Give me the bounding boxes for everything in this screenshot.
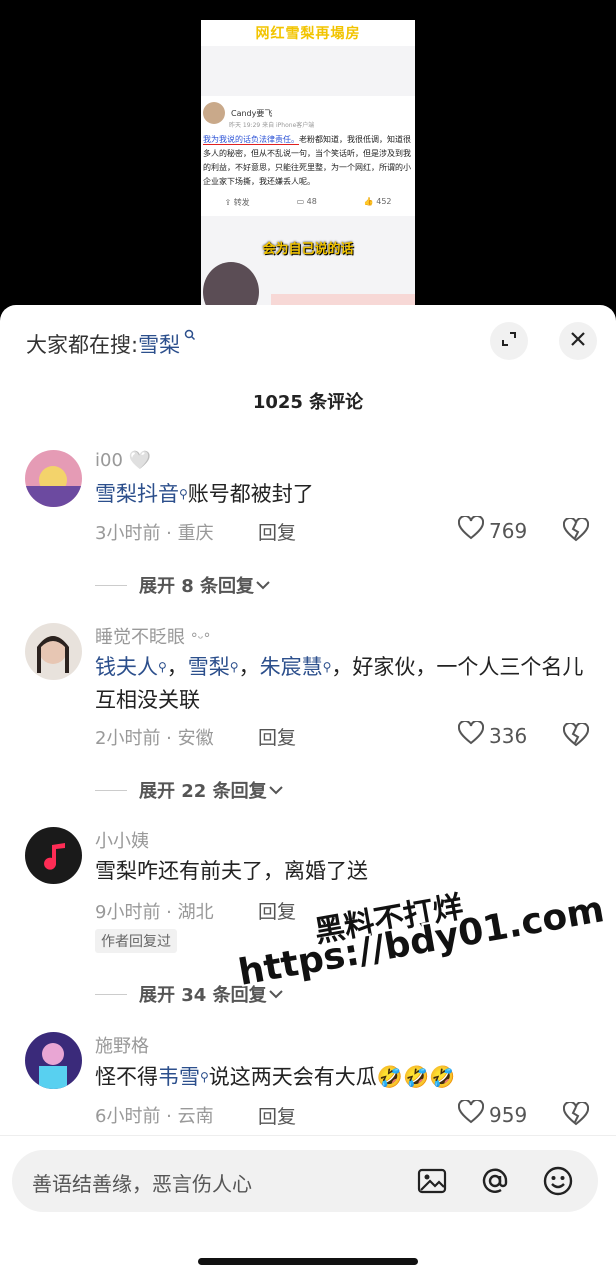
comment-mention[interactable]: 钱夫人 xyxy=(95,655,158,679)
dislike-button[interactable] xyxy=(562,1100,590,1130)
comment-text[interactable]: 雪梨抖音⚲账号都被封了 xyxy=(95,478,585,511)
heart-icon xyxy=(457,514,485,545)
heart-decoration-icon: 🤍 xyxy=(128,450,152,471)
broken-heart-icon xyxy=(562,1100,590,1130)
reply-button[interactable]: 回复 xyxy=(258,897,296,924)
chevron-down-icon xyxy=(254,575,272,596)
chevron-down-icon xyxy=(267,780,285,801)
heart-icon xyxy=(457,719,485,750)
emoji-icon[interactable] xyxy=(541,1164,575,1198)
comment-text[interactable]: 钱夫人⚲，雪梨⚲，朱宸慧⚲，好家伙，一个人三个名儿互相没关联 xyxy=(95,651,585,717)
reply-button[interactable]: 回复 xyxy=(258,1102,296,1129)
video-preview[interactable]: 网红雪梨再塌房 Candy要飞 昨天 19:29 来自 iPhone客户端 我为… xyxy=(201,20,415,320)
search-hint-icon: ⚲ xyxy=(158,660,167,674)
avatar[interactable] xyxy=(25,623,82,680)
comment-meta: 3小时前 · 重庆 xyxy=(95,523,214,544)
like-button[interactable]: 769 xyxy=(457,514,528,545)
post-body: 我为我说的话负法律责任。老粉都知道，我很低调，知道很多人的秘密，但从不乱说一句，… xyxy=(201,129,415,189)
comment-meta: 9小时前 · 湖北 xyxy=(95,902,214,923)
embedded-post: Candy要飞 昨天 19:29 来自 iPhone客户端 我为我说的话负法律责… xyxy=(201,96,415,216)
search-suggestion[interactable]: 大家都在搜:雪梨 xyxy=(26,329,196,359)
post-comments: ▭ 48 xyxy=(296,197,317,206)
avatar[interactable] xyxy=(25,1032,82,1089)
reply-button[interactable]: 回复 xyxy=(258,723,296,750)
close-button[interactable] xyxy=(559,322,597,360)
post-actions: ⇪ 转发 ▭ 48 👍 452 xyxy=(201,197,415,208)
search-hint-icon: ⚲ xyxy=(200,1070,209,1084)
like-button[interactable]: 959 xyxy=(457,1098,528,1129)
reply-button[interactable]: 回复 xyxy=(258,518,296,545)
expand-icon xyxy=(499,329,519,353)
author-replied-badge: 作者回复过 xyxy=(95,929,177,953)
comment-text[interactable]: 雪梨咋还有前夫了，离婚了送 xyxy=(95,855,585,888)
post-likes: 👍 452 xyxy=(363,197,392,206)
divider xyxy=(95,993,127,995)
comment-count: 1025 条评论 xyxy=(252,392,364,413)
dislike-button[interactable] xyxy=(562,516,590,546)
video-caption: 会为自己说的话 xyxy=(262,242,354,257)
broken-heart-icon xyxy=(562,721,590,751)
divider xyxy=(95,584,127,586)
heart-icon xyxy=(457,1098,485,1129)
post-user: Candy要飞 xyxy=(231,108,273,118)
video-title: 网红雪梨再塌房 xyxy=(201,20,415,46)
post-meta: 昨天 19:29 来自 iPhone客户端 xyxy=(229,122,315,129)
search-hint-icon: ⚲ xyxy=(179,487,188,501)
comment-input-placeholder: 善语结善缘，恶言伤人心 xyxy=(32,1172,252,1196)
like-button[interactable]: 336 xyxy=(457,719,528,750)
dislike-button[interactable] xyxy=(562,721,590,751)
comment-mention[interactable]: 朱宸慧 xyxy=(260,655,323,679)
comment-username[interactable]: i00 🤍 xyxy=(95,450,151,471)
comment-mention[interactable]: 雪梨 xyxy=(188,655,230,679)
comment-meta: 2小时前 · 安徽 xyxy=(95,728,214,749)
comment-mention[interactable]: 雪梨抖音 xyxy=(95,482,179,506)
post-highlight: 我为我说的话负法律责任。 xyxy=(203,135,299,145)
broken-heart-icon xyxy=(562,516,590,546)
post-repost: ⇪ 转发 xyxy=(224,198,250,207)
comment-username[interactable]: 施野格 xyxy=(95,1032,149,1058)
divider xyxy=(95,789,127,791)
expand-replies[interactable]: 展开 8 条回复 xyxy=(95,572,272,598)
home-indicator[interactable] xyxy=(198,1258,418,1265)
search-hint-icon: ⚲ xyxy=(229,660,239,674)
expand-replies[interactable]: 展开 22 条回复 xyxy=(95,777,285,803)
avatar[interactable] xyxy=(25,450,82,507)
close-icon xyxy=(569,330,587,352)
avatar[interactable] xyxy=(25,827,82,884)
like-count: 769 xyxy=(489,518,528,543)
input-divider xyxy=(0,1135,616,1136)
chevron-down-icon xyxy=(267,984,285,1005)
expand-replies[interactable]: 展开 34 条回复 xyxy=(95,981,285,1007)
like-count: 336 xyxy=(489,723,528,748)
at-icon[interactable] xyxy=(478,1164,512,1198)
comment-username[interactable]: 小小姨 xyxy=(95,827,149,853)
search-prefix: 大家都在搜: xyxy=(26,333,139,357)
like-count: 959 xyxy=(489,1102,528,1127)
comment-username[interactable]: 睡觉不眨眼 °ᵕ° xyxy=(95,623,211,649)
image-icon[interactable] xyxy=(415,1164,449,1198)
expand-button[interactable] xyxy=(490,322,528,360)
comment-text[interactable]: 怪不得韦雪⚲说这两天会有大瓜🤣🤣🤣 xyxy=(95,1061,585,1094)
sleep-icon: °ᵕ° xyxy=(190,631,211,647)
comment-sheet: 大家都在搜:雪梨 1025 条评论 i00 🤍 雪梨抖音⚲账号都被封了 3小时前… xyxy=(0,305,616,1279)
search-hint-icon xyxy=(180,329,196,345)
comment-meta: 6小时前 · 云南 xyxy=(95,1106,214,1127)
comment-mention[interactable]: 韦雪 xyxy=(158,1065,200,1089)
comment-input[interactable]: 善语结善缘，恶言伤人心 xyxy=(12,1150,598,1212)
search-term[interactable]: 雪梨 xyxy=(138,333,180,357)
post-avatar xyxy=(203,102,225,124)
